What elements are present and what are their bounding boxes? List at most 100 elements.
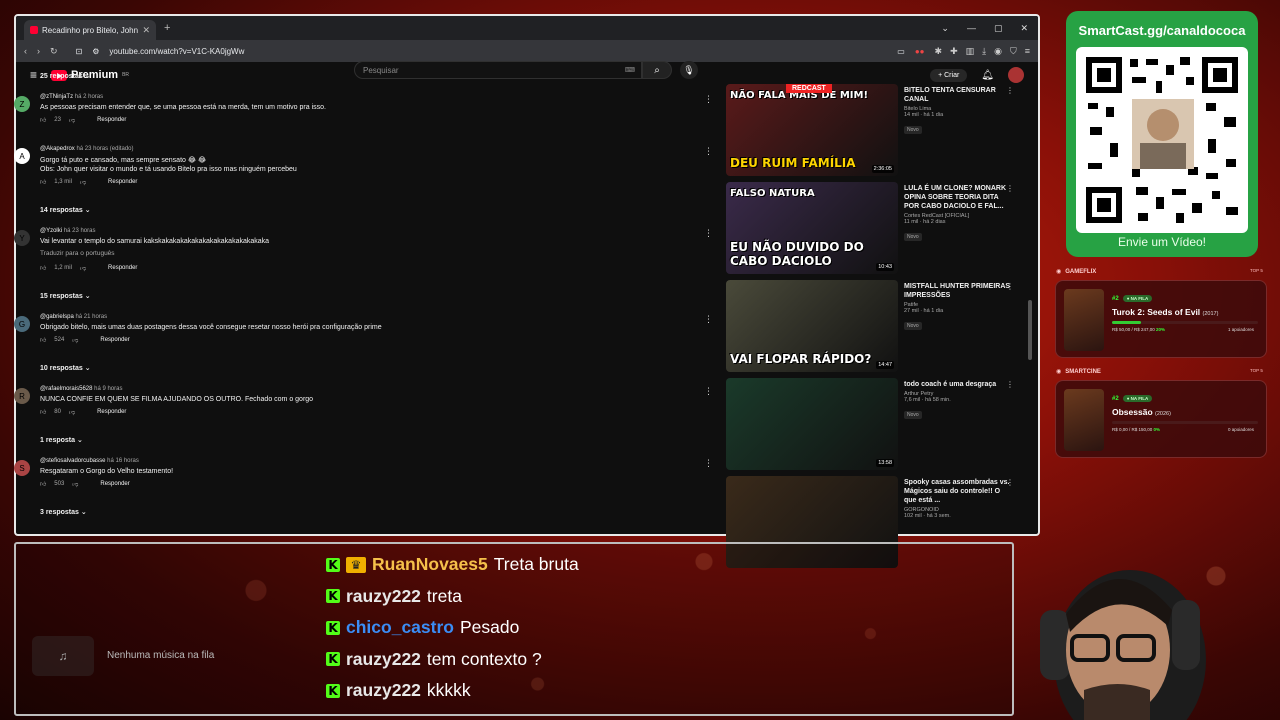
more-options-icon[interactable]: ⋮ [704,458,713,469]
tab-search-icon[interactable]: ⌄ [941,23,949,34]
comment-author[interactable]: @rafaelmorais5628 [40,386,92,392]
new-tab-icon[interactable]: + [164,22,170,34]
browser-tab[interactable]: Recadinho pro Bitelo, John e to... ✕ [24,20,156,40]
chat-username[interactable]: rauzy222 [346,680,421,701]
replies-toggle[interactable]: 3 respostas ⌄ [40,508,87,516]
chat-username[interactable]: RuanNovaes5 [372,554,488,575]
menu-icon[interactable]: ≡ [1025,46,1030,57]
comment-avatar[interactable]: A [14,148,30,164]
video-title[interactable]: MISTFALL HUNTER PRIMEIRAS IMPRESSÕES [904,282,1012,300]
extension-icon[interactable]: ●● [915,47,925,56]
more-options-icon[interactable]: ⋮ [1006,184,1014,193]
more-options-icon[interactable]: ⋮ [1006,282,1014,291]
video-title[interactable]: Spooky casas assombradas vs. Mágicos sai… [904,478,1012,505]
search-button[interactable]: ⌕ [642,61,672,79]
dislike-icon[interactable]: 👎︎ [69,116,75,124]
minimize-icon[interactable]: — [967,23,976,34]
video-item[interactable]: VAI FLOPAR RÁPIDO? 14:47 MISTFALL HUNTER P… [726,280,1016,374]
more-options-icon[interactable]: ⋮ [1006,86,1014,95]
shield-icon[interactable]: ⛉ [1010,46,1017,57]
keyboard-icon[interactable]: ⌨ [625,66,635,74]
search-input[interactable]: Pesquisar ⌨ [354,61,642,79]
dislike-icon[interactable]: 👎︎ [80,264,86,272]
reply-button[interactable]: Responder [100,481,129,487]
more-options-icon[interactable]: ⋮ [704,94,713,105]
address-bar[interactable]: ⊡ ⚙ youtube.com/watch?v=V1C-KA0jgWw ▭ ●● [68,43,925,59]
comment-avatar[interactable]: Y [14,230,30,246]
more-options-icon[interactable]: ⋮ [704,314,713,325]
comment-avatar[interactable]: R [14,388,30,404]
comment-author[interactable]: @Akapedrox [40,146,75,152]
comment-author[interactable]: @gabrielspa [40,314,74,320]
video-title[interactable]: LULA É UM CLONE? MONARK OPINA SOBRE TEOR… [904,184,1012,211]
sidepanel-icon[interactable]: ▥ [966,46,975,57]
download-icon[interactable]: ⤓ [982,46,986,57]
video-title[interactable]: BITELO TENTA CENSURAR CANAL [904,86,1012,104]
dislike-icon[interactable]: 👎︎ [72,480,78,488]
voice-search-button[interactable]: 🎙︎ [680,61,698,79]
more-options-icon[interactable]: ⋮ [704,386,713,397]
forward-icon[interactable]: › [37,46,40,56]
reply-button[interactable]: Responder [97,409,126,415]
profile-icon[interactable]: ◉ [994,46,1002,57]
like-icon[interactable]: 👍︎ [40,336,46,344]
video-item[interactable]: NÃO FALA MAIS DE MIM! REDCAST DEU RUIM FAM… [726,84,1016,178]
comment-avatar[interactable]: Z [14,96,30,112]
more-options-icon[interactable]: ⋮ [1006,478,1014,487]
like-icon[interactable]: 👍︎ [40,408,46,416]
extensions-icon[interactable]: ✱ [935,46,943,57]
back-icon[interactable]: ‹ [24,46,27,56]
like-icon[interactable]: 👍︎ [40,264,46,272]
create-button[interactable]: + Criar [930,68,968,82]
video-item[interactable]: 13:58 todo coach é uma desgraça Arthur Pet… [726,378,1016,472]
maximize-icon[interactable]: ▢ [994,23,1003,34]
chat-username[interactable]: rauzy222 [346,586,421,607]
reload-icon[interactable]: ↻ [50,46,58,57]
url-text[interactable]: youtube.com/watch?v=V1C-KA0jgWw [109,47,887,56]
comment-avatar[interactable]: S [14,460,30,476]
close-window-icon[interactable]: ✕ [1020,23,1028,34]
funding-card[interactable]: #2 ● NA FILA Turok 2: Seeds of Evil (2017)… [1055,280,1267,358]
like-icon[interactable]: 👍︎ [40,480,46,488]
like-icon[interactable]: 👍︎ [40,116,46,124]
video-thumbnail[interactable]: NÃO FALA MAIS DE MIM! REDCAST DEU RUIM FAM… [726,84,898,176]
chat-username[interactable]: rauzy222 [346,649,421,670]
reply-button[interactable]: Responder [108,179,137,185]
funding-card[interactable]: #2 ● NA FILA Obsessão (2026) R$ 0,00 / R$ 1… [1055,380,1267,458]
replies-toggle[interactable]: 15 respostas ⌄ [40,292,91,300]
reply-button[interactable]: Responder [97,117,126,123]
video-thumbnail[interactable]: VAI FLOPAR RÁPIDO? 14:47 [726,280,898,372]
video-thumbnail[interactable]: 13:58 [726,378,898,470]
dislike-icon[interactable]: 👎︎ [69,408,75,416]
dislike-icon[interactable]: 👎︎ [72,336,78,344]
more-options-icon[interactable]: ⋮ [1006,380,1014,389]
more-options-icon[interactable]: ⋮ [704,146,713,157]
account-avatar[interactable] [1008,67,1024,83]
cast-icon[interactable]: ▭ [897,47,905,56]
reply-button[interactable]: Responder [108,265,137,271]
translate-link[interactable]: Traduzir para o português [40,250,115,257]
comment-author[interactable]: @Yzolki [40,228,62,234]
close-tab-icon[interactable]: ✕ [142,25,150,36]
video-item[interactable]: FALSO NATURA EU NÃO DUVIDO DO CABO DACIOL… [726,182,1016,276]
dislike-icon[interactable]: 👎︎ [80,178,86,186]
video-thumbnail[interactable]: FALSO NATURA EU NÃO DUVIDO DO CABO DACIOL… [726,182,898,274]
video-title[interactable]: todo coach é uma desgraça [904,380,1012,389]
reply-button[interactable]: Responder [100,337,129,343]
comment-author[interactable]: @zTNinjaTz [40,94,73,100]
bell-icon[interactable]: 🔔︎ [981,70,994,81]
page-scrollbar[interactable] [1028,300,1032,360]
chat-username[interactable]: chico_castro [346,617,454,638]
hamburger-icon[interactable]: ≡ [30,68,37,82]
replies-toggle[interactable]: 1 resposta ⌄ [40,436,83,444]
puzzle-icon[interactable]: ✚ [950,46,958,57]
comment-avatar[interactable]: G [14,316,30,332]
replies-toggle[interactable]: 25 respostas ⌄ [40,72,91,80]
more-options-icon[interactable]: ⋮ [704,228,713,239]
like-icon[interactable]: 👍︎ [40,178,46,186]
bookmark-icon[interactable]: ⊡ [76,47,83,56]
comment-author[interactable]: @stefiosalvadorcubasse [40,458,105,464]
replies-toggle[interactable]: 10 respostas ⌄ [40,364,91,372]
site-info-icon[interactable]: ⚙ [92,47,99,56]
replies-toggle[interactable]: 14 respostas ⌄ [40,206,91,214]
